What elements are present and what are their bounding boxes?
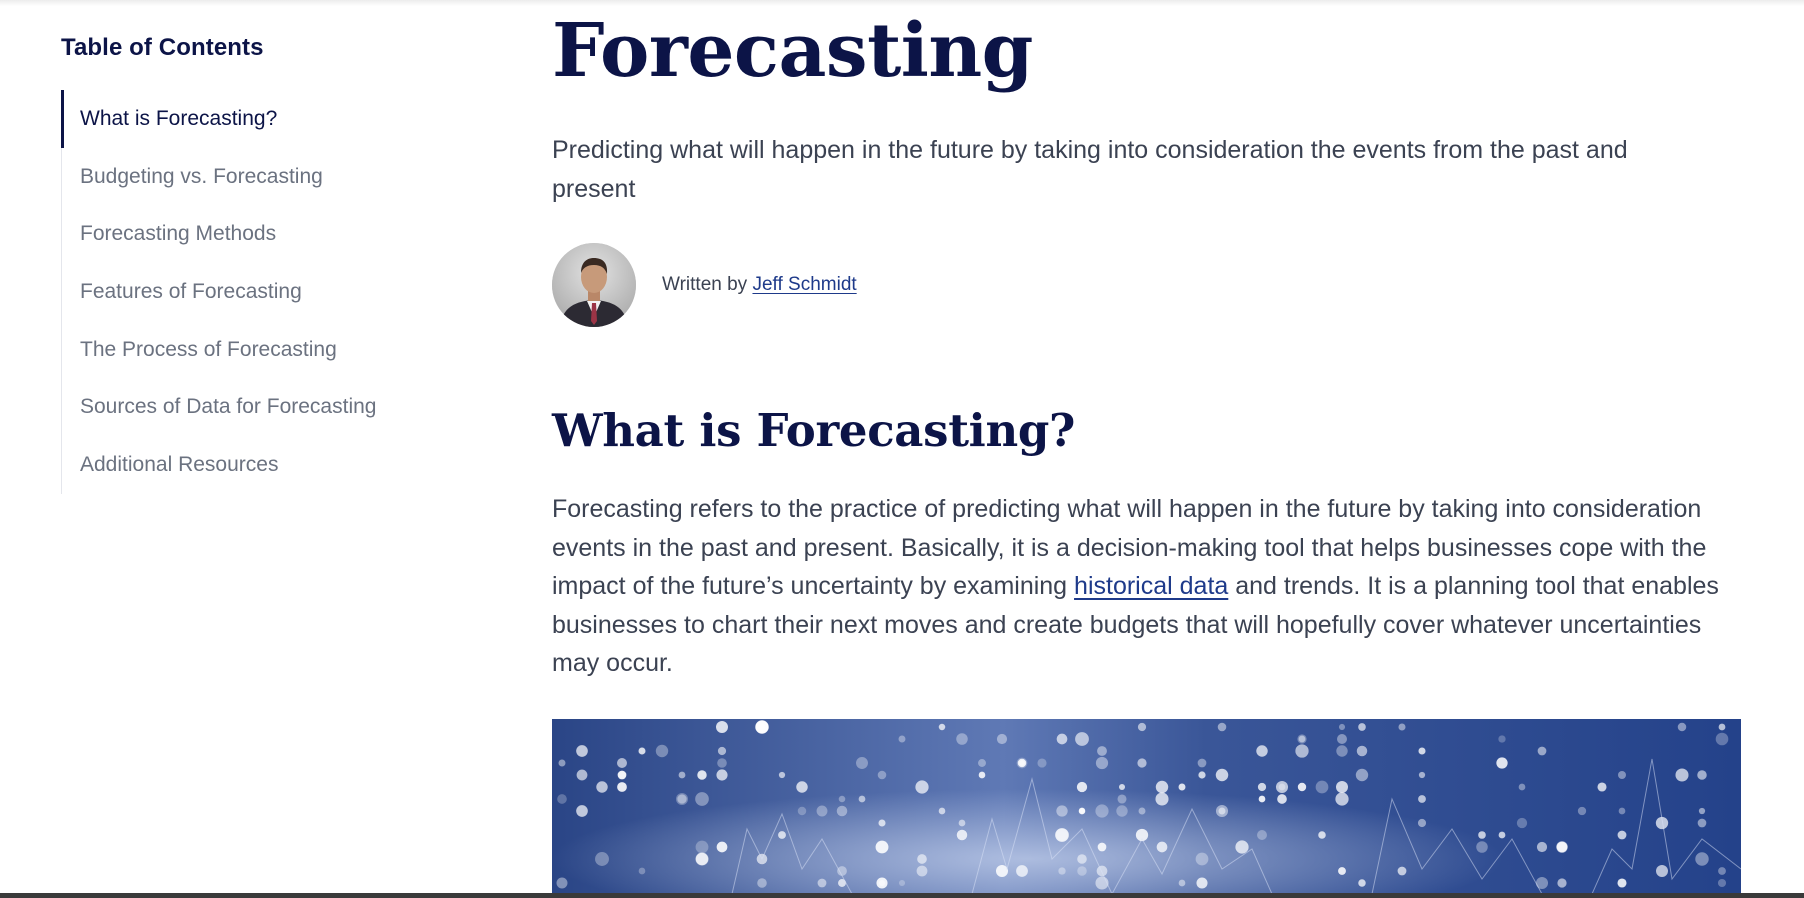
toc-item-budgeting-vs-forecasting[interactable]: Budgeting vs. Forecasting xyxy=(62,148,481,206)
historical-data-link[interactable]: historical data xyxy=(1074,572,1228,600)
toc-title: Table of Contents xyxy=(61,34,264,61)
bottom-scroll-edge xyxy=(0,893,1804,898)
author-avatar[interactable] xyxy=(552,243,636,327)
toc-item-what-is-forecasting[interactable]: What is Forecasting? xyxy=(61,90,481,148)
toc-item-process-of-forecasting[interactable]: The Process of Forecasting xyxy=(62,321,481,379)
toc-item-sources-of-data[interactable]: Sources of Data for Forecasting xyxy=(62,378,481,436)
hero-image xyxy=(552,719,1741,894)
table-of-contents: Table of Contents What is Forecasting? B… xyxy=(61,34,481,494)
toc-item-features-of-forecasting[interactable]: Features of Forecasting xyxy=(62,263,481,321)
top-shadow xyxy=(0,0,1804,6)
byline-text: Written by Jeff Schmidt xyxy=(662,274,857,296)
toc-list: What is Forecasting? Budgeting vs. Forec… xyxy=(61,90,481,494)
page: Table of Contents What is Forecasting? B… xyxy=(0,0,1804,898)
author-link[interactable]: Jeff Schmidt xyxy=(752,274,856,295)
data-visual-image xyxy=(552,719,1741,894)
byline-prefix: Written by xyxy=(662,274,748,295)
article-subtitle: Predicting what will happen in the futur… xyxy=(552,136,1628,203)
author-photo-icon xyxy=(552,243,636,327)
toc-item-forecasting-methods[interactable]: Forecasting Methods xyxy=(62,205,481,263)
page-title: Forecasting xyxy=(552,8,1033,94)
toc-item-additional-resources[interactable]: Additional Resources xyxy=(62,436,481,494)
byline: Written by Jeff Schmidt xyxy=(552,243,857,327)
section-paragraph: Forecasting refers to the practice of pr… xyxy=(552,490,1747,683)
section-heading: What is Forecasting? xyxy=(552,404,1076,457)
